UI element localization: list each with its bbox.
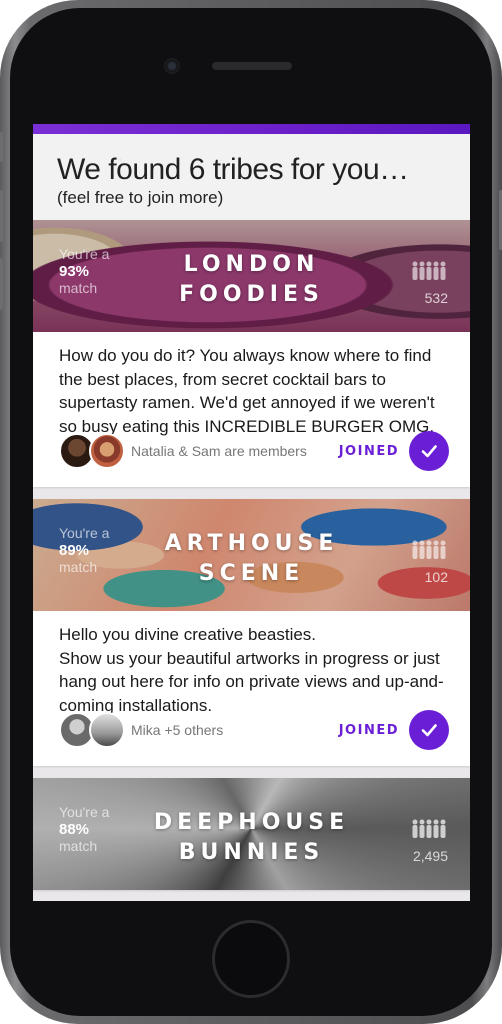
volume-down-button [0,258,3,310]
member-avatars[interactable] [59,433,125,469]
page-header: We found 6 tribes for you… (feel free to… [33,134,470,220]
members-text: Natalia & Sam are members [131,443,307,459]
top-accent-bar [33,124,470,134]
people-icon [412,540,446,559]
page-title: We found 6 tribes for you… [57,153,409,186]
tribe-name: DEEPHOUSE BUNNIES [33,808,470,868]
tribe-name-line2: FOODIES [179,282,324,307]
tribe-description: Hello you divine creative beasties. Show… [59,625,444,715]
tribe-name: LONDON FOODIES [33,250,470,310]
tribe-body: How do you do it? You always know where … [33,332,470,487]
tribe-name-line1: LONDON [183,252,320,277]
tribe-card-deephouse-bunnies[interactable]: You're a 88% match DEEPHOUSE BUNNIES 2,4… [33,778,470,890]
tribe-description: How do you do it? You always know where … [59,346,435,436]
tribe-body: Hello you divine creative beasties. Show… [33,611,470,766]
front-camera [164,58,180,74]
avatar[interactable] [89,712,125,748]
phone-frame: We found 6 tribes for you… (feel free to… [0,0,502,1024]
app-screen: We found 6 tribes for you… (feel free to… [33,124,470,901]
tribe-name-line2: SCENE [198,561,305,586]
tribe-name-line1: ARTHOUSE [164,531,339,556]
member-count: 102 [424,569,448,585]
mute-switch [0,132,3,162]
avatar[interactable] [89,433,125,469]
tribe-banner[interactable]: You're a 89% match ARTHOUSE SCENE 102 [33,499,470,611]
page-subtitle: (feel free to join more) [57,188,224,207]
home-button[interactable] [212,920,290,998]
members-text: Mika +5 others [131,722,224,738]
tribe-card-london-foodies[interactable]: You're a 93% match LONDON FOODIES 532 Ho… [33,220,470,487]
volume-up-button [0,190,3,242]
joined-button[interactable] [409,431,449,471]
tribe-footer: Mika +5 others JOINED [59,710,449,750]
member-count: 2,495 [412,848,448,864]
member-avatars[interactable] [59,712,125,748]
member-count: 532 [424,290,448,306]
checkmark-icon [421,445,437,458]
tribe-banner[interactable]: You're a 88% match DEEPHOUSE BUNNIES 2,4… [33,778,470,890]
tribe-card-arthouse-scene[interactable]: You're a 89% match ARTHOUSE SCENE 102 He… [33,499,470,766]
tribe-name-line1: DEEPHOUSE [153,810,350,835]
people-icon [412,261,446,280]
people-icon [412,819,446,838]
tribe-footer: Natalia & Sam are members JOINED [59,431,449,471]
earpiece-speaker [212,62,292,70]
tribe-name-line2: BUNNIES [178,840,325,865]
joined-button[interactable] [409,710,449,750]
tribe-name: ARTHOUSE SCENE [33,529,470,589]
joined-label[interactable]: JOINED [339,444,399,459]
checkmark-icon [421,724,437,737]
joined-label[interactable]: JOINED [339,723,399,738]
tribe-banner[interactable]: You're a 93% match LONDON FOODIES 532 [33,220,470,332]
